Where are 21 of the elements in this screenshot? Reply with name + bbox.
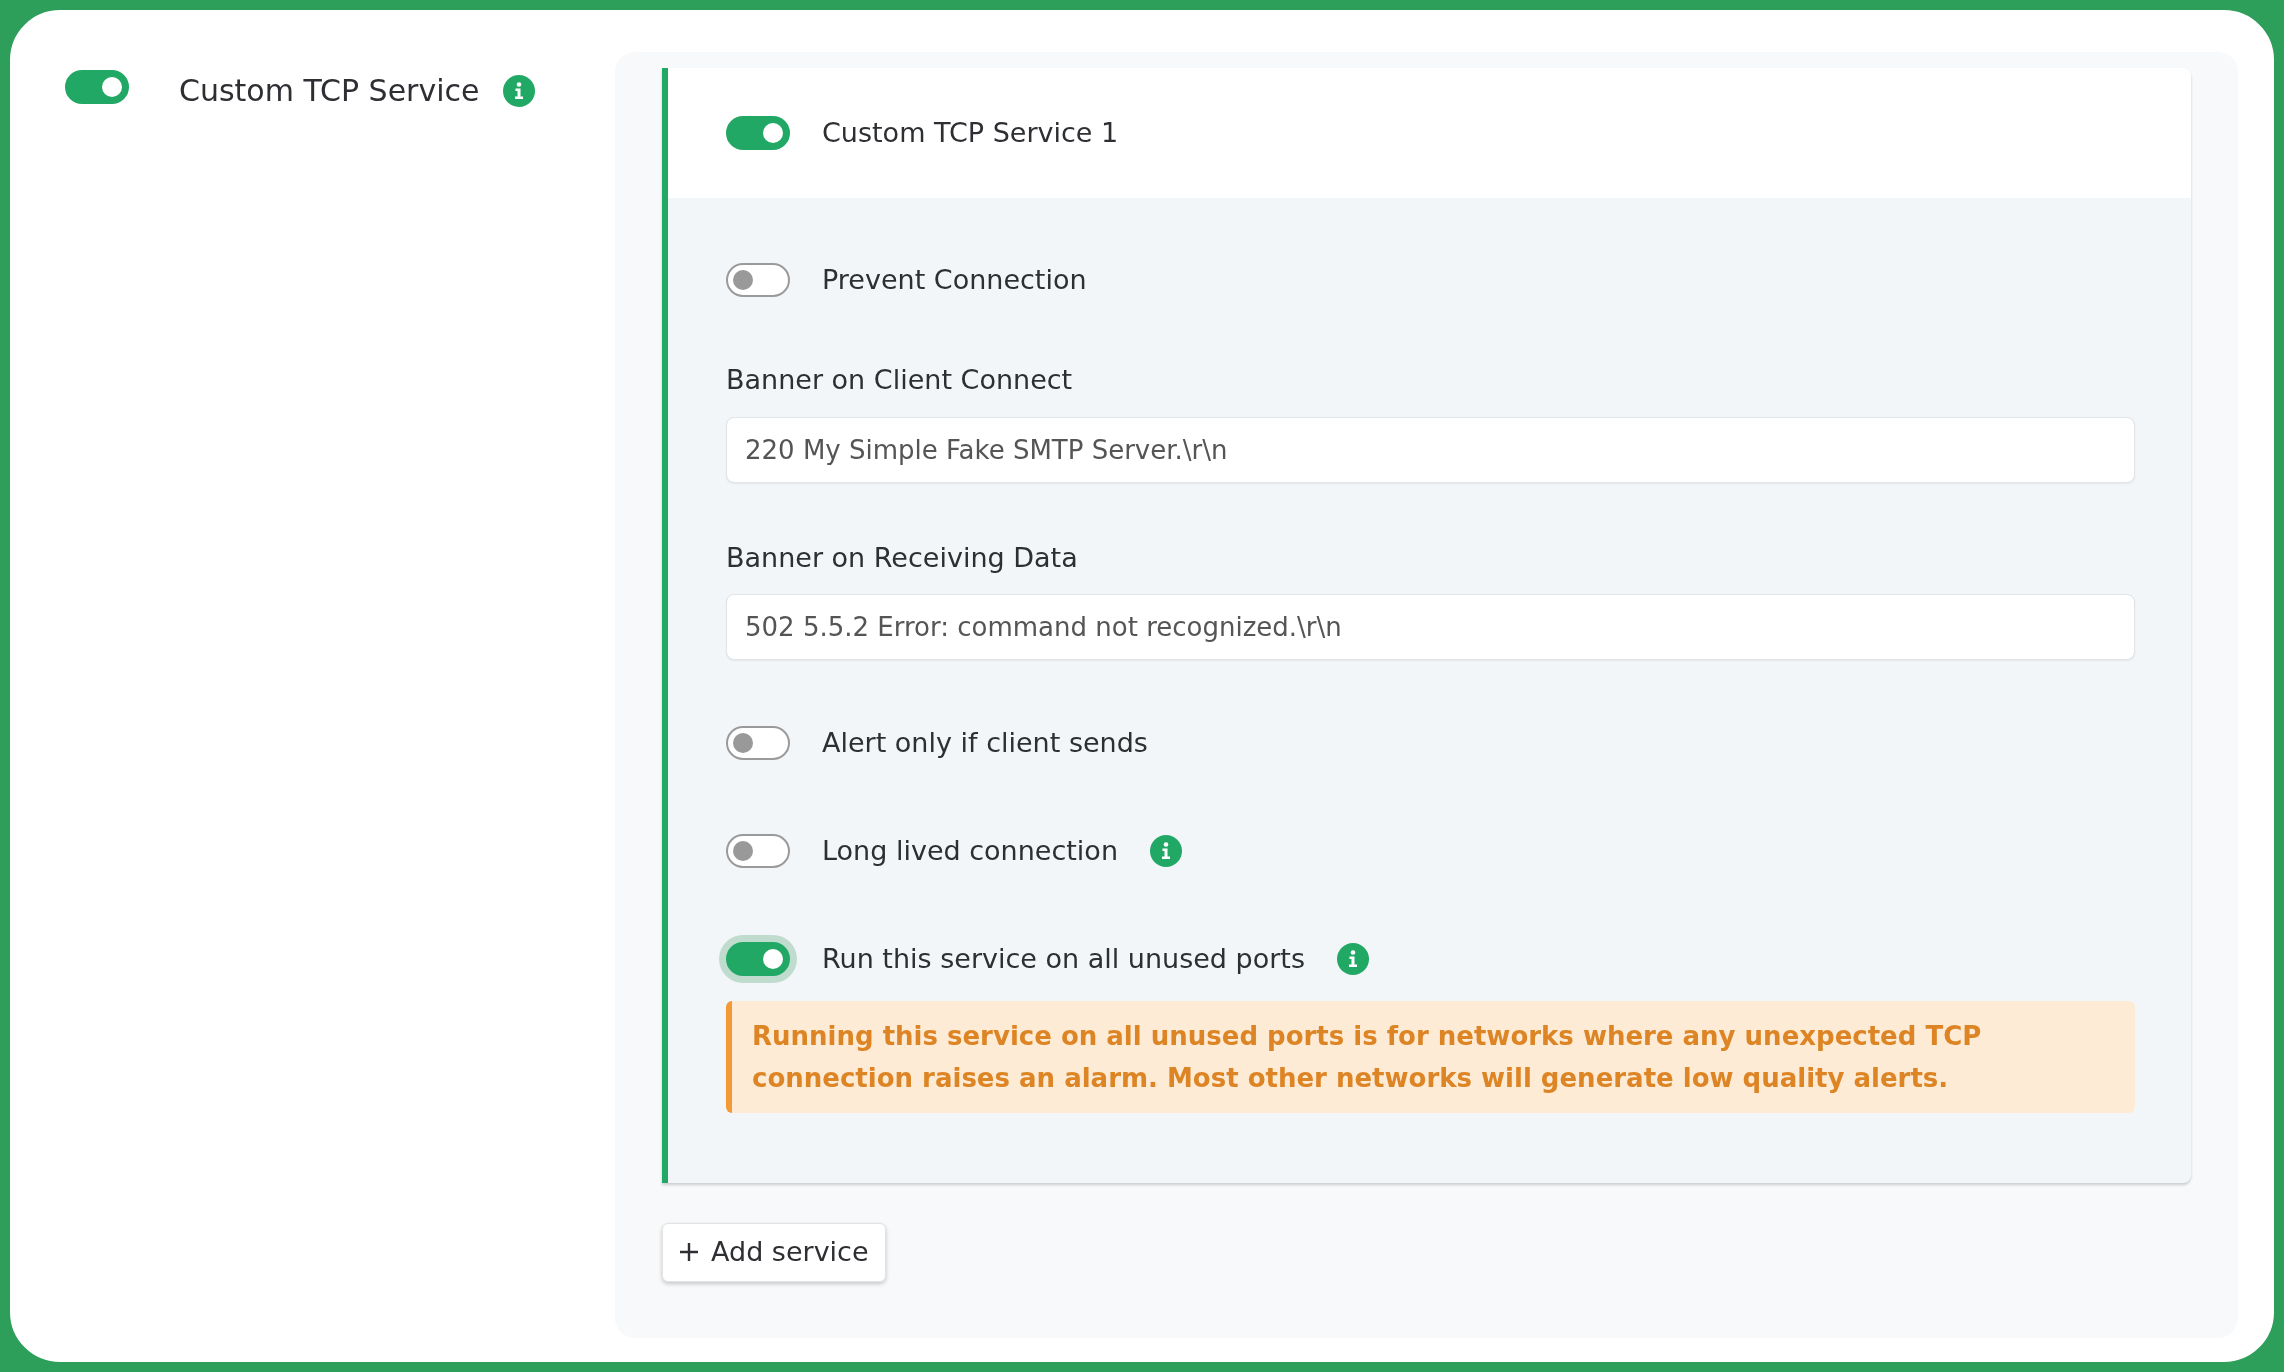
toggle-label: Run this service on all unused ports xyxy=(822,941,1305,976)
toggle-label: Alert only if client sends xyxy=(822,725,1148,760)
toggle-switch[interactable] xyxy=(726,116,790,150)
service-title: Custom TCP Service xyxy=(179,72,480,110)
input-field[interactable]: 220 My Simple Fake SMTP Server.\r\n xyxy=(726,416,2135,483)
add-service-button[interactable]: Add service xyxy=(662,1223,886,1282)
toggle-label: Prevent Connection xyxy=(822,262,1087,297)
toggle-switch[interactable] xyxy=(726,726,790,760)
card-title: Custom TCP Service 1 xyxy=(822,115,1119,150)
toggle-switch[interactable] xyxy=(726,834,790,868)
field-label: Banner on Receiving Data xyxy=(726,540,1079,575)
toggle-switch[interactable] xyxy=(726,263,790,297)
info-icon[interactable] xyxy=(1150,835,1182,867)
input-field[interactable]: 502 5.5.2 Error: command not recognized.\r\n xyxy=(726,594,2135,660)
info-icon[interactable] xyxy=(1337,943,1369,975)
plus-icon xyxy=(679,1242,699,1263)
toggle-switch[interactable] xyxy=(65,70,129,104)
field-label: Banner on Client Connect xyxy=(726,363,1074,397)
warning-message: Running this service on all unused ports is for networks where any unexpected TCP connection raises an alarm. Most other networks will generate low quality alerts. xyxy=(726,1001,2135,1113)
info-icon[interactable] xyxy=(503,74,536,107)
toggle-label: Long lived connection xyxy=(822,833,1118,868)
